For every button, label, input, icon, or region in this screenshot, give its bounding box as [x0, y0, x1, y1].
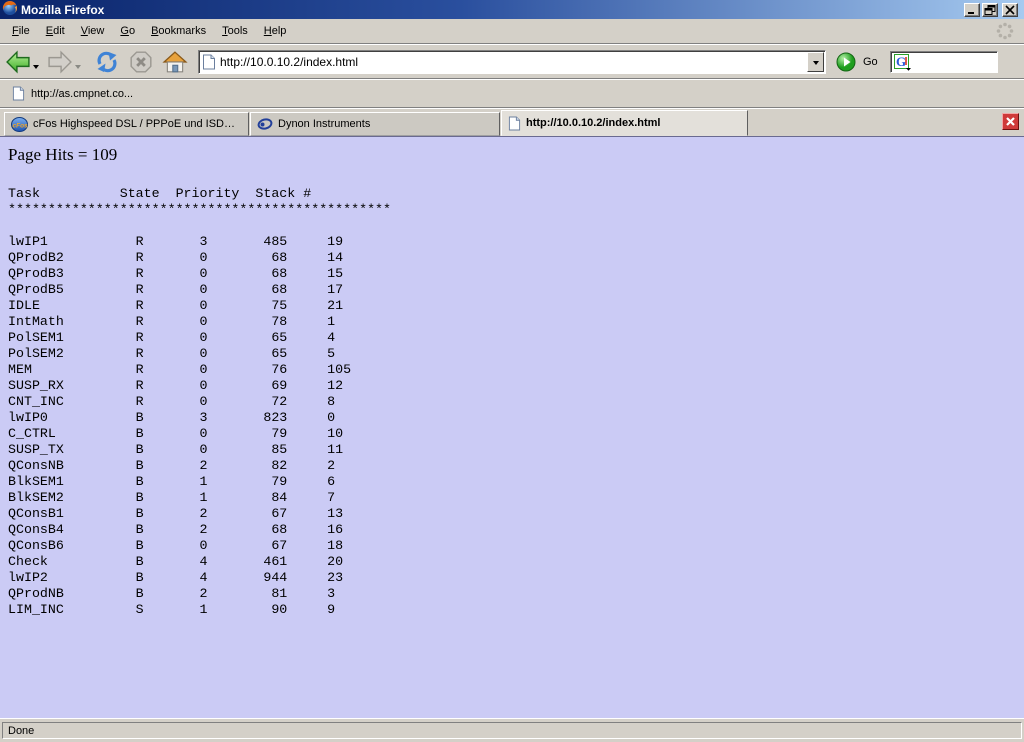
menu-file[interactable]: File: [4, 22, 38, 40]
tab-label[interactable]: http://10.0.10.2/index.html: [526, 117, 660, 129]
url-input[interactable]: http://10.0.10.2/index.html: [216, 55, 806, 69]
menu-view[interactable]: View: [73, 22, 113, 40]
tab-cfos[interactable]: cFos cFos Highspeed DSL / PPPoE und ISDN…: [4, 112, 249, 136]
svg-text:G: G: [896, 54, 906, 69]
restore-button[interactable]: [982, 3, 998, 17]
go-button[interactable]: Go: [836, 52, 878, 72]
window-title: Mozilla Firefox: [21, 3, 964, 17]
menu-bar: File Edit View Go Bookmarks Tools Help: [0, 19, 1024, 44]
browser-window: Mozilla Firefox File Edit View Go Bookma…: [0, 0, 1024, 742]
url-history-dropdown[interactable]: [807, 52, 824, 72]
page-icon: [508, 116, 521, 131]
tab-dynon[interactable]: Dynon Instruments: [250, 112, 500, 136]
stop-button[interactable]: [128, 50, 154, 74]
menu-go[interactable]: Go: [112, 22, 143, 40]
bookmark-item[interactable]: http://as.cmpnet.co...: [8, 84, 137, 103]
status-text: Done: [2, 722, 1022, 739]
tab-index-html-active[interactable]: http://10.0.10.2/index.html: [501, 110, 748, 136]
menu-tools[interactable]: Tools: [214, 22, 256, 40]
cfos-favicon-icon: cFos: [11, 117, 28, 132]
close-tab-button[interactable]: [1002, 113, 1019, 130]
status-bar: Done: [0, 718, 1024, 742]
forward-dropdown-caret[interactable]: [75, 65, 81, 69]
menu-bookmarks[interactable]: Bookmarks: [143, 22, 214, 40]
tab-bar: cFos cFos Highspeed DSL / PPPoE und ISDN…: [0, 109, 1024, 137]
throbber-icon: [996, 22, 1014, 43]
home-button[interactable]: [162, 50, 188, 74]
bookmarks-toolbar: http://as.cmpnet.co...: [0, 80, 1024, 108]
back-dropdown-caret[interactable]: [33, 65, 39, 69]
close-button[interactable]: [1002, 3, 1018, 17]
navigation-toolbar: http://10.0.10.2/index.html Go G: [0, 45, 1024, 79]
svg-text:cFos: cFos: [13, 122, 29, 129]
tab-label[interactable]: cFos Highspeed DSL / PPPoE und ISDN CAP.…: [33, 118, 242, 130]
back-button[interactable]: [4, 50, 32, 74]
bookmark-label[interactable]: http://as.cmpnet.co...: [31, 88, 133, 100]
minimize-button[interactable]: [964, 3, 980, 17]
reload-button[interactable]: [94, 50, 120, 74]
title-bar: Mozilla Firefox: [0, 0, 1024, 19]
menu-edit[interactable]: Edit: [38, 22, 73, 40]
page-hits-text: Page Hits = 109: [8, 145, 1024, 165]
forward-button[interactable]: [46, 50, 74, 74]
menu-help[interactable]: Help: [256, 22, 295, 40]
task-table: Task State Priority Stack # ************…: [8, 186, 1024, 618]
tab-label[interactable]: Dynon Instruments: [278, 118, 370, 130]
google-search-engine-icon[interactable]: G: [893, 53, 913, 71]
firefox-logo-icon: [2, 0, 18, 19]
page-content: Page Hits = 109 Task State Priority Stac…: [0, 137, 1024, 718]
url-bar[interactable]: http://10.0.10.2/index.html: [198, 50, 826, 74]
dynon-favicon-icon: [257, 117, 273, 131]
go-button-label: Go: [863, 56, 878, 68]
page-icon: [12, 86, 25, 101]
search-input[interactable]: G: [890, 51, 998, 73]
page-icon: [202, 54, 216, 70]
